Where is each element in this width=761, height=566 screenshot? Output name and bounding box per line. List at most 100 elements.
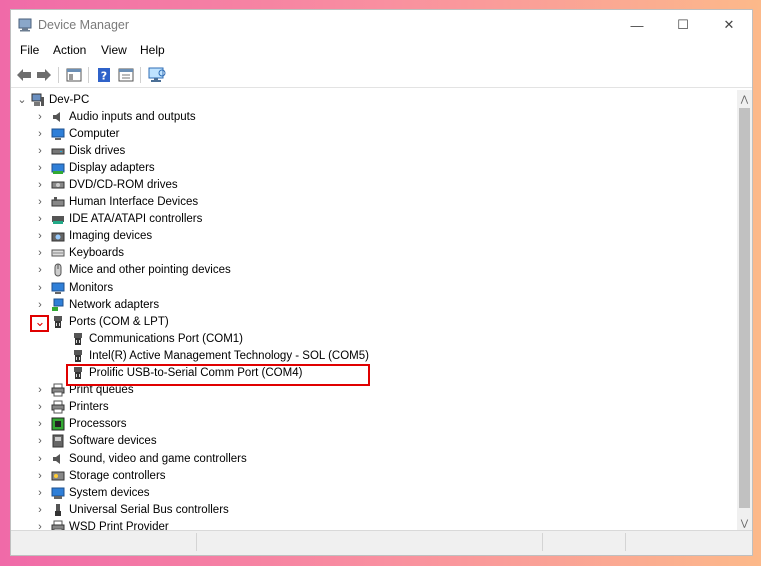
scroll-up-arrow-icon[interactable]: ⋀ — [737, 92, 752, 106]
chevron-down-icon[interactable]: ⌄ — [17, 94, 27, 106]
hid-icon — [51, 197, 65, 207]
category-label: Sound, video and game controllers — [69, 452, 247, 465]
chevron-right-icon[interactable]: › — [35, 264, 45, 276]
menu-view[interactable]: View — [101, 43, 127, 57]
chevron-right-icon[interactable]: › — [35, 196, 45, 208]
tree-root[interactable]: ⌄ Dev-PC — [17, 91, 89, 108]
tree-category-item[interactable]: › Universal Serial Bus controllers — [35, 501, 229, 518]
tree-category-item[interactable]: › Printers — [35, 399, 109, 416]
port-device-item[interactable]: Communications Port (COM1) — [71, 330, 243, 347]
device-manager-icon — [18, 18, 32, 32]
tree-category-item[interactable]: › Human Interface Devices — [35, 194, 198, 211]
chevron-right-icon[interactable]: › — [35, 128, 45, 140]
properties-icon — [118, 68, 134, 82]
chevron-right-icon[interactable]: › — [35, 418, 45, 430]
tree-category-item[interactable]: › WSD Print Provider — [35, 518, 169, 530]
computer-icon — [51, 128, 65, 140]
tree-category-item[interactable]: › Sound, video and game controllers — [35, 450, 247, 467]
menu-file[interactable]: File — [20, 43, 39, 57]
category-label: Keyboards — [69, 247, 124, 260]
menu-action[interactable]: Action — [53, 43, 86, 57]
tree-category-item[interactable]: › Keyboards — [35, 245, 124, 262]
chevron-right-icon[interactable]: › — [35, 435, 45, 447]
category-label: Processors — [69, 418, 127, 431]
storage-icon — [51, 471, 65, 481]
scroll-down-arrow-icon[interactable]: ⋁ — [737, 516, 752, 530]
tree-category-item[interactable]: › IDE ATA/ATAPI controllers — [35, 211, 202, 228]
chevron-right-icon[interactable]: › — [35, 470, 45, 482]
tree-category-item[interactable]: › Display adapters — [35, 159, 155, 176]
vertical-scrollbar[interactable]: ⋀ ⋁ — [737, 90, 752, 530]
category-label: Mice and other pointing devices — [69, 264, 231, 277]
status-segment — [11, 533, 197, 551]
close-button[interactable]: ✕ — [706, 10, 752, 40]
chevron-right-icon[interactable]: › — [35, 145, 45, 157]
tree-category-item[interactable]: ⌄ Ports (COM & LPT) — [35, 313, 169, 330]
category-label: Computer — [69, 127, 120, 140]
tree-category-item[interactable]: › Network adapters — [35, 296, 159, 313]
usb-icon — [55, 503, 61, 516]
category-label: Disk drives — [69, 144, 126, 157]
status-segment — [542, 533, 626, 551]
tree-category-item[interactable]: › Software devices — [35, 433, 157, 450]
tree-category-item[interactable]: › Audio inputs and outputs — [35, 108, 195, 125]
port-device-label: Communications Port (COM1) — [89, 332, 244, 345]
category-label: Human Interface Devices — [69, 196, 199, 208]
printer-icon — [51, 400, 65, 414]
printer-icon — [51, 520, 65, 530]
printer-icon — [51, 383, 65, 397]
camera-icon — [51, 232, 65, 242]
processor-icon — [51, 417, 65, 431]
tree-category-item[interactable]: › Disk drives — [35, 142, 125, 159]
toolbar-separator — [140, 67, 141, 83]
tree-category-item[interactable]: › Storage controllers — [35, 467, 165, 484]
computer-icon — [31, 93, 44, 106]
tree-category-item[interactable]: › Mice and other pointing devices — [35, 262, 231, 279]
category-label: Universal Serial Bus controllers — [69, 503, 229, 516]
chevron-right-icon[interactable]: › — [35, 162, 45, 174]
tree-category-item[interactable]: › Imaging devices — [35, 228, 152, 245]
chevron-right-icon[interactable]: › — [35, 111, 45, 123]
network-icon — [52, 298, 64, 311]
chevron-right-icon[interactable]: › — [35, 487, 45, 499]
menu-help[interactable]: Help — [140, 43, 165, 57]
chevron-right-icon[interactable]: › — [35, 401, 45, 413]
console-tree-icon — [66, 68, 82, 82]
chevron-right-icon[interactable]: › — [35, 504, 45, 516]
forward-arrow-icon — [37, 69, 51, 81]
chevron-right-icon[interactable]: › — [35, 521, 45, 530]
scan-hardware-button[interactable] — [147, 66, 167, 84]
chevron-right-icon[interactable]: › — [35, 282, 45, 294]
forward-button[interactable] — [35, 66, 53, 84]
back-button[interactable] — [15, 66, 33, 84]
svg-text:?: ? — [101, 70, 107, 83]
port-icon — [74, 349, 82, 362]
toolbar-separator — [88, 67, 89, 83]
system-icon — [51, 487, 65, 499]
chevron-right-icon[interactable]: › — [35, 453, 45, 465]
help-button[interactable]: ? — [95, 66, 113, 84]
chevron-right-icon[interactable]: › — [35, 213, 45, 225]
show-hide-console-tree-button[interactable] — [65, 66, 83, 84]
scrollbar-thumb[interactable] — [739, 108, 750, 508]
tree-category-item[interactable]: › Processors — [35, 416, 127, 433]
disk-drive-icon — [51, 148, 65, 155]
chevron-right-icon[interactable]: › — [35, 384, 45, 396]
properties-button[interactable] — [117, 66, 135, 84]
tree-category-item[interactable]: › Monitors — [35, 279, 113, 296]
tree-category-item[interactable]: › System devices — [35, 484, 150, 501]
port-device-label: Intel(R) Active Management Technology - … — [89, 349, 369, 362]
category-label: Imaging devices — [69, 230, 153, 243]
chevron-right-icon[interactable]: › — [35, 247, 45, 259]
tree-category-item[interactable]: › DVD/CD-ROM drives — [35, 176, 177, 193]
sound-icon — [53, 453, 60, 464]
port-device-item[interactable]: Intel(R) Active Management Technology - … — [71, 347, 369, 364]
chevron-right-icon[interactable]: › — [35, 230, 45, 242]
tree-category-item[interactable]: › Computer — [35, 125, 120, 142]
category-label: WSD Print Provider — [69, 520, 169, 530]
chevron-right-icon[interactable]: › — [35, 179, 45, 191]
chevron-right-icon[interactable]: › — [35, 299, 45, 311]
minimize-button[interactable]: — — [614, 10, 660, 40]
status-segment — [196, 533, 543, 551]
maximize-button[interactable]: ☐ — [660, 10, 706, 40]
